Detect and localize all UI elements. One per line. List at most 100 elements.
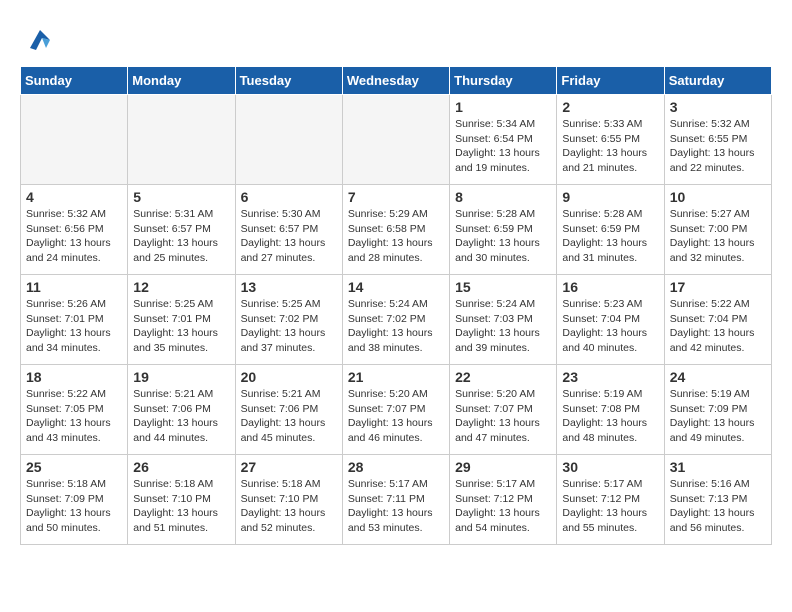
day-info: Sunrise: 5:26 AMSunset: 7:01 PMDaylight:… (26, 297, 122, 356)
calendar-header-row: SundayMondayTuesdayWednesdayThursdayFrid… (21, 67, 772, 95)
day-number: 14 (348, 279, 444, 295)
day-number: 1 (455, 99, 551, 115)
day-number: 28 (348, 459, 444, 475)
day-info: Sunrise: 5:22 AMSunset: 7:05 PMDaylight:… (26, 387, 122, 446)
day-number: 4 (26, 189, 122, 205)
calendar-cell: 18 Sunrise: 5:22 AMSunset: 7:05 PMDayligh… (21, 365, 128, 455)
day-info: Sunrise: 5:32 AMSunset: 6:56 PMDaylight:… (26, 207, 122, 266)
calendar-cell (235, 95, 342, 185)
week-row-3: 11 Sunrise: 5:26 AMSunset: 7:01 PMDayligh… (21, 275, 772, 365)
day-info: Sunrise: 5:23 AMSunset: 7:04 PMDaylight:… (562, 297, 658, 356)
day-number: 24 (670, 369, 766, 385)
day-info: Sunrise: 5:25 AMSunset: 7:02 PMDaylight:… (241, 297, 337, 356)
day-info: Sunrise: 5:17 AMSunset: 7:12 PMDaylight:… (455, 477, 551, 536)
day-info: Sunrise: 5:24 AMSunset: 7:03 PMDaylight:… (455, 297, 551, 356)
day-number: 27 (241, 459, 337, 475)
column-header-tuesday: Tuesday (235, 67, 342, 95)
calendar-cell: 20 Sunrise: 5:21 AMSunset: 7:06 PMDayligh… (235, 365, 342, 455)
day-number: 21 (348, 369, 444, 385)
week-row-2: 4 Sunrise: 5:32 AMSunset: 6:56 PMDaylight… (21, 185, 772, 275)
calendar-cell: 19 Sunrise: 5:21 AMSunset: 7:06 PMDayligh… (128, 365, 235, 455)
day-info: Sunrise: 5:16 AMSunset: 7:13 PMDaylight:… (670, 477, 766, 536)
page-header (20, 20, 772, 56)
calendar-cell: 4 Sunrise: 5:32 AMSunset: 6:56 PMDaylight… (21, 185, 128, 275)
calendar-cell: 22 Sunrise: 5:20 AMSunset: 7:07 PMDayligh… (450, 365, 557, 455)
calendar-cell: 15 Sunrise: 5:24 AMSunset: 7:03 PMDayligh… (450, 275, 557, 365)
day-number: 3 (670, 99, 766, 115)
calendar-cell: 12 Sunrise: 5:25 AMSunset: 7:01 PMDayligh… (128, 275, 235, 365)
day-info: Sunrise: 5:17 AMSunset: 7:11 PMDaylight:… (348, 477, 444, 536)
calendar-cell: 8 Sunrise: 5:28 AMSunset: 6:59 PMDaylight… (450, 185, 557, 275)
day-number: 19 (133, 369, 229, 385)
calendar-cell: 25Sunrise: 5:18 AMSunset: 7:09 PMDayligh… (21, 455, 128, 545)
day-info: Sunrise: 5:25 AMSunset: 7:01 PMDaylight:… (133, 297, 229, 356)
calendar-cell: 16Sunrise: 5:23 AMSunset: 7:04 PMDayligh… (557, 275, 664, 365)
day-info: Sunrise: 5:27 AMSunset: 7:00 PMDaylight:… (670, 207, 766, 266)
calendar-cell: 1Sunrise: 5:34 AMSunset: 6:54 PMDaylight… (450, 95, 557, 185)
day-number: 7 (348, 189, 444, 205)
day-info: Sunrise: 5:20 AMSunset: 7:07 PMDaylight:… (455, 387, 551, 446)
day-number: 12 (133, 279, 229, 295)
day-info: Sunrise: 5:29 AMSunset: 6:58 PMDaylight:… (348, 207, 444, 266)
day-info: Sunrise: 5:19 AMSunset: 7:08 PMDaylight:… (562, 387, 658, 446)
logo (20, 20, 60, 56)
day-number: 13 (241, 279, 337, 295)
day-number: 29 (455, 459, 551, 475)
calendar-cell: 24 Sunrise: 5:19 AMSunset: 7:09 PMDayligh… (664, 365, 771, 455)
day-info: Sunrise: 5:28 AMSunset: 6:59 PMDaylight:… (455, 207, 551, 266)
day-number: 10 (670, 189, 766, 205)
calendar-cell (128, 95, 235, 185)
column-header-friday: Friday (557, 67, 664, 95)
column-header-monday: Monday (128, 67, 235, 95)
week-row-5: 25Sunrise: 5:18 AMSunset: 7:09 PMDayligh… (21, 455, 772, 545)
calendar-cell: 26 Sunrise: 5:18 AMSunset: 7:10 PMDayligh… (128, 455, 235, 545)
day-info: Sunrise: 5:18 AMSunset: 7:10 PMDaylight:… (241, 477, 337, 536)
day-info: Sunrise: 5:21 AMSunset: 7:06 PMDaylight:… (241, 387, 337, 446)
day-info: Sunrise: 5:18 AMSunset: 7:10 PMDaylight:… (133, 477, 229, 536)
calendar-cell: 6Sunrise: 5:30 AMSunset: 6:57 PMDaylight… (235, 185, 342, 275)
logo-icon (20, 20, 56, 56)
day-number: 5 (133, 189, 229, 205)
calendar-cell: 30 Sunrise: 5:17 AMSunset: 7:12 PMDayligh… (557, 455, 664, 545)
day-number: 2 (562, 99, 658, 115)
calendar-cell: 29 Sunrise: 5:17 AMSunset: 7:12 PMDayligh… (450, 455, 557, 545)
calendar-cell: 23 Sunrise: 5:19 AMSunset: 7:08 PMDayligh… (557, 365, 664, 455)
day-info: Sunrise: 5:32 AMSunset: 6:55 PMDaylight:… (670, 117, 766, 176)
calendar-cell: 21Sunrise: 5:20 AMSunset: 7:07 PMDayligh… (342, 365, 449, 455)
calendar-cell: 27 Sunrise: 5:18 AMSunset: 7:10 PMDayligh… (235, 455, 342, 545)
day-number: 23 (562, 369, 658, 385)
calendar-table: SundayMondayTuesdayWednesdayThursdayFrid… (20, 66, 772, 545)
day-info: Sunrise: 5:30 AMSunset: 6:57 PMDaylight:… (241, 207, 337, 266)
calendar-cell: 5 Sunrise: 5:31 AMSunset: 6:57 PMDaylight… (128, 185, 235, 275)
day-info: Sunrise: 5:17 AMSunset: 7:12 PMDaylight:… (562, 477, 658, 536)
day-info: Sunrise: 5:19 AMSunset: 7:09 PMDaylight:… (670, 387, 766, 446)
day-info: Sunrise: 5:24 AMSunset: 7:02 PMDaylight:… (348, 297, 444, 356)
calendar-cell: 11 Sunrise: 5:26 AMSunset: 7:01 PMDayligh… (21, 275, 128, 365)
calendar-cell: 14 Sunrise: 5:24 AMSunset: 7:02 PMDayligh… (342, 275, 449, 365)
column-header-wednesday: Wednesday (342, 67, 449, 95)
day-number: 20 (241, 369, 337, 385)
day-number: 17 (670, 279, 766, 295)
calendar-cell: 10 Sunrise: 5:27 AMSunset: 7:00 PMDayligh… (664, 185, 771, 275)
day-number: 9 (562, 189, 658, 205)
day-info: Sunrise: 5:18 AMSunset: 7:09 PMDaylight:… (26, 477, 122, 536)
day-number: 31 (670, 459, 766, 475)
calendar-cell: 3 Sunrise: 5:32 AMSunset: 6:55 PMDaylight… (664, 95, 771, 185)
day-info: Sunrise: 5:21 AMSunset: 7:06 PMDaylight:… (133, 387, 229, 446)
column-header-thursday: Thursday (450, 67, 557, 95)
day-info: Sunrise: 5:22 AMSunset: 7:04 PMDaylight:… (670, 297, 766, 356)
day-number: 26 (133, 459, 229, 475)
day-number: 8 (455, 189, 551, 205)
calendar-cell: 9 Sunrise: 5:28 AMSunset: 6:59 PMDaylight… (557, 185, 664, 275)
day-number: 15 (455, 279, 551, 295)
day-number: 22 (455, 369, 551, 385)
column-header-sunday: Sunday (21, 67, 128, 95)
day-info: Sunrise: 5:28 AMSunset: 6:59 PMDaylight:… (562, 207, 658, 266)
day-number: 18 (26, 369, 122, 385)
day-number: 30 (562, 459, 658, 475)
week-row-4: 18 Sunrise: 5:22 AMSunset: 7:05 PMDayligh… (21, 365, 772, 455)
calendar-cell: 13 Sunrise: 5:25 AMSunset: 7:02 PMDayligh… (235, 275, 342, 365)
day-number: 11 (26, 279, 122, 295)
day-info: Sunrise: 5:31 AMSunset: 6:57 PMDaylight:… (133, 207, 229, 266)
column-header-saturday: Saturday (664, 67, 771, 95)
